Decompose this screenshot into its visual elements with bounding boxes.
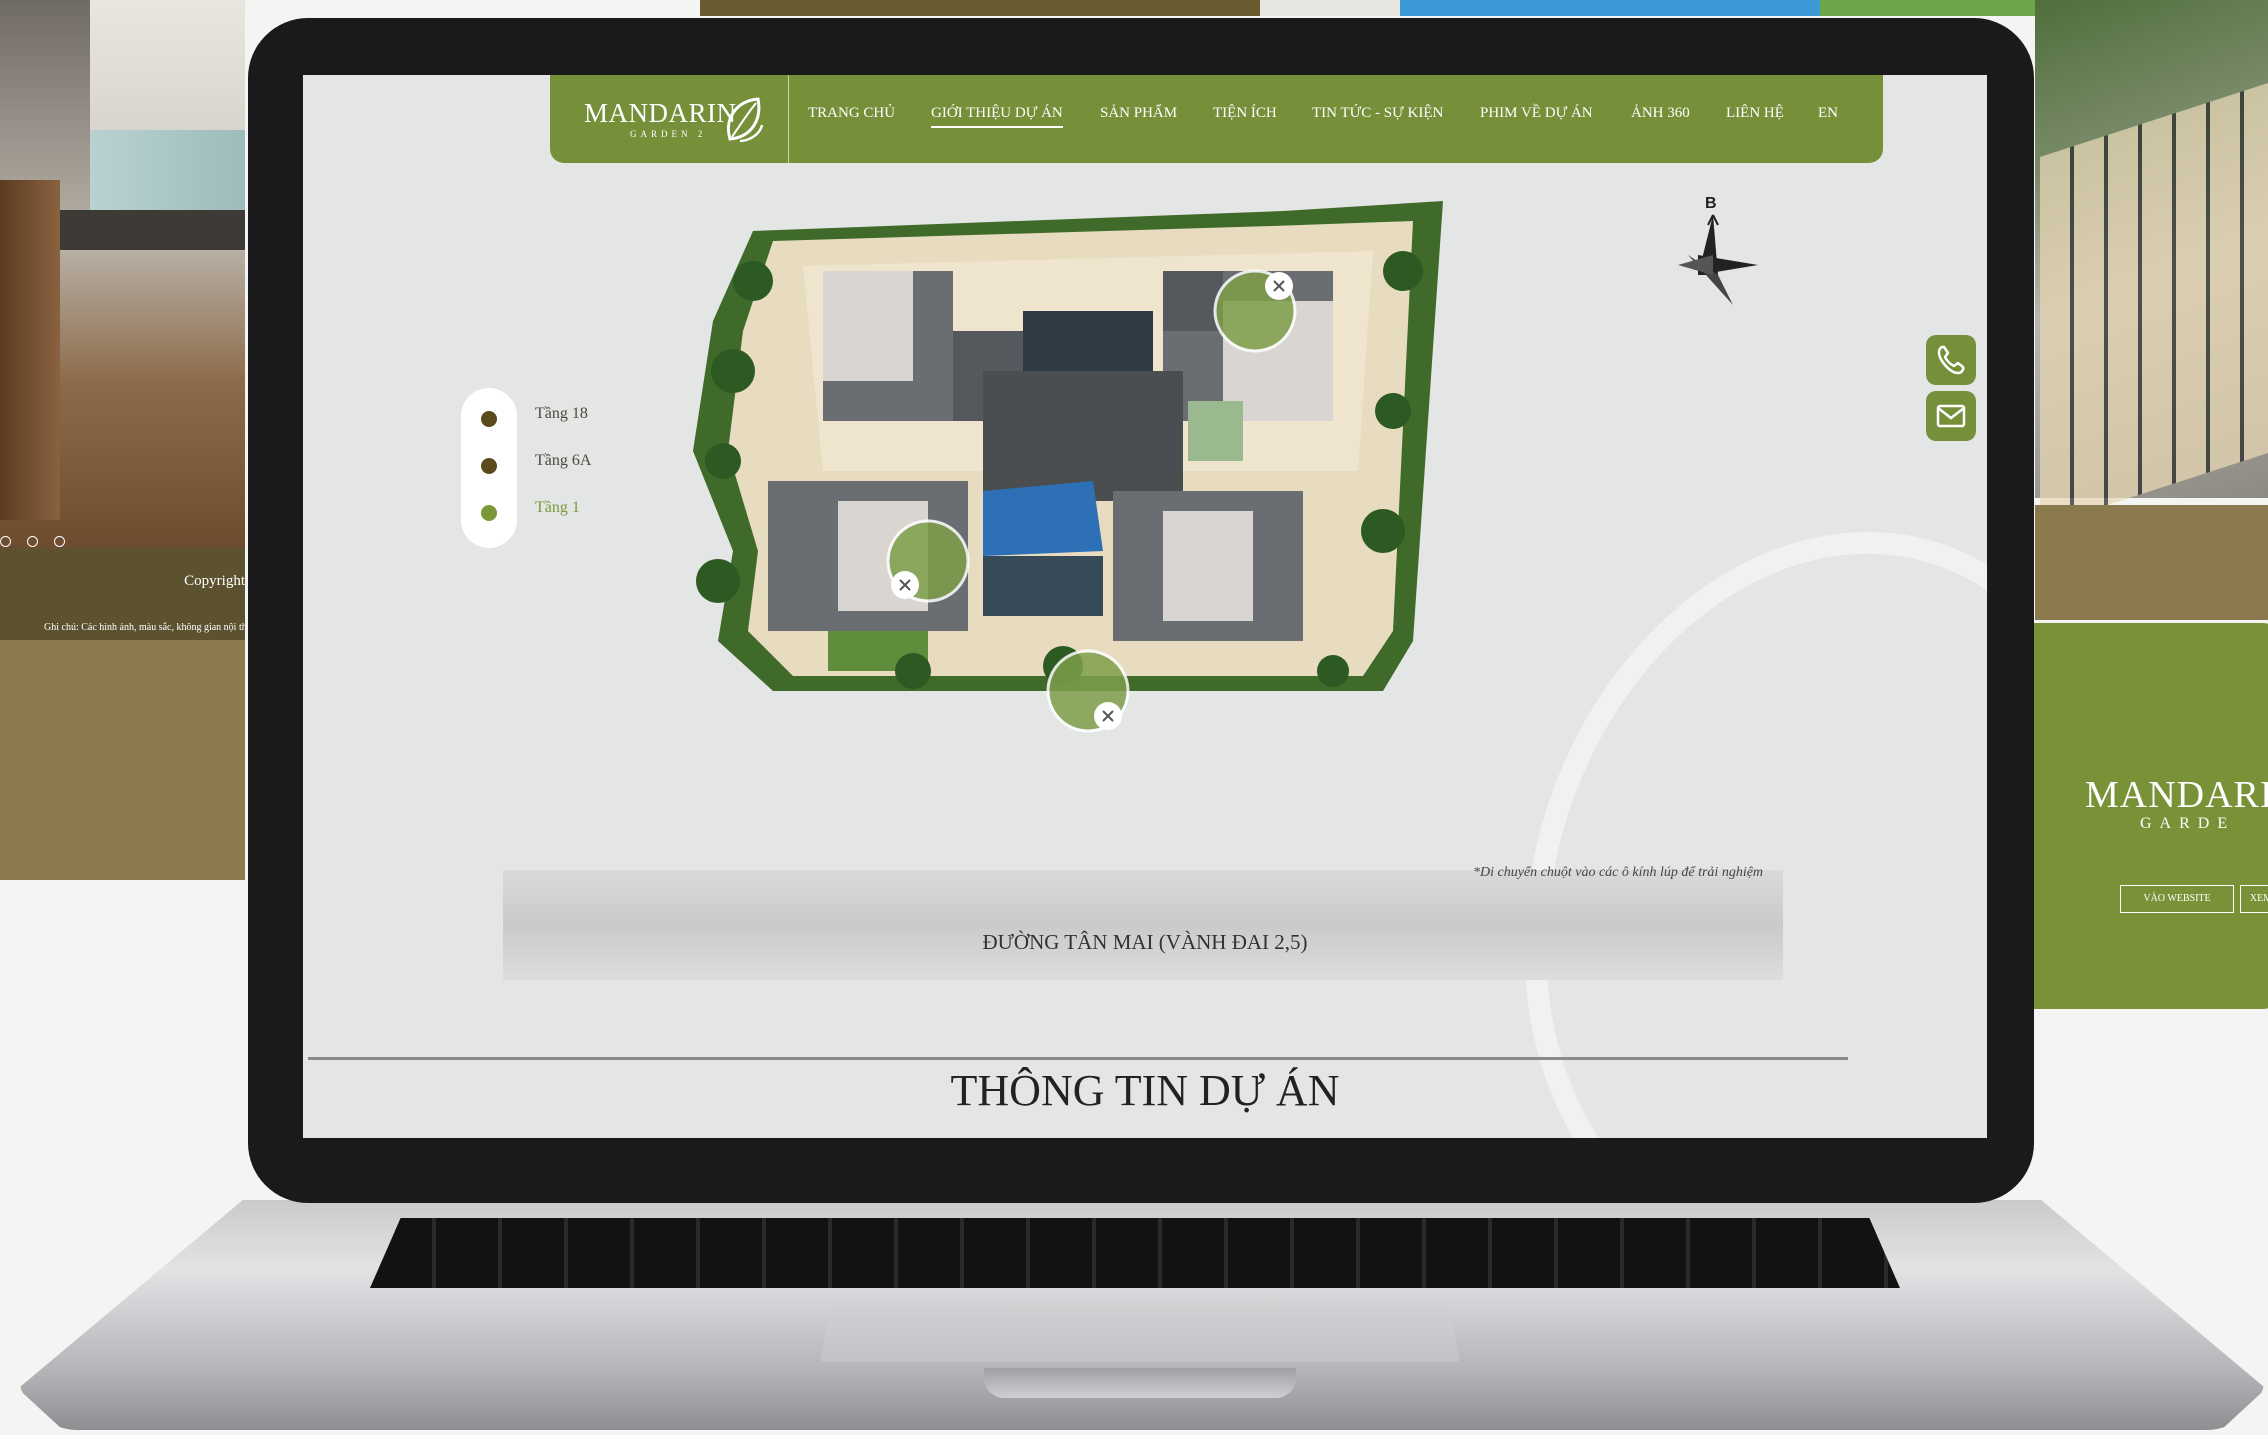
nav-home[interactable]: TRANG CHỦ	[808, 105, 895, 122]
kitchen-counter	[60, 210, 245, 250]
slider-dots[interactable]	[0, 534, 90, 548]
road	[503, 870, 1783, 980]
floor-dot-1[interactable]	[481, 505, 497, 521]
site-plan-map[interactable]	[623, 171, 1523, 736]
floor-dot-18[interactable]	[481, 411, 497, 427]
mail-icon	[1936, 404, 1966, 428]
section-title: THÔNG TIN DỰ ÁN	[950, 1066, 1340, 1115]
email-button[interactable]	[1926, 391, 1976, 441]
magnifier-lens-top[interactable]	[1213, 269, 1297, 353]
enter-website-button[interactable]: VÀO WEBSITE	[2120, 885, 2234, 913]
nav-amenities[interactable]: TIỆN ÍCH	[1213, 105, 1277, 122]
nav-contact[interactable]: LIÊN HỆ	[1726, 105, 1784, 122]
card-logo-sub: GARDE	[2140, 815, 2236, 832]
kitchen-door	[0, 180, 60, 520]
floor-label-18[interactable]: Tầng 18	[535, 405, 588, 423]
logo-text: MANDARIN	[584, 98, 737, 128]
logo-subtext: GARDEN 2	[630, 129, 707, 139]
nav-news-events[interactable]: TIN TỨC - SỰ KIỆN	[1312, 105, 1443, 122]
section-divider	[308, 1057, 1848, 1060]
disclaimer-text: Ghi chú: Các hình ảnh, màu sắc, không gi…	[44, 622, 245, 633]
leaf-logo-icon	[727, 97, 764, 143]
nav-language-en[interactable]: EN	[1818, 105, 1838, 122]
logo[interactable]: MANDARIN GARDEN 2	[550, 75, 789, 163]
nav-about-project[interactable]: GIỚI THIỆU DỰ ÁN	[931, 105, 1063, 128]
magnifier-lens-bottom[interactable]	[1046, 649, 1130, 733]
phone-button[interactable]	[1926, 335, 1976, 385]
nav-project-videos[interactable]: PHIM VỀ DỰ ÁN	[1480, 105, 1593, 122]
laptop-screen: MANDARIN GARDEN 2 TRANG CHỦ GIỚI THIỆU D…	[303, 75, 1987, 1138]
card-logo: MANDARI	[2085, 774, 2268, 816]
hint-text: *Di chuyển chuột vào các ô kính lúp để t…	[1473, 865, 1764, 880]
view-button[interactable]: XEM	[2240, 885, 2268, 913]
top-photo-strip	[700, 0, 2100, 16]
laptop-trackpad	[820, 1300, 1460, 1362]
top-navbar: MANDARIN GARDEN 2 TRANG CHỦ GIỚI THIỆU D…	[550, 75, 1883, 163]
road-label: ĐƯỜNG TÂN MAI (VÀNH ĐAI 2,5)	[982, 930, 1308, 954]
laptop-notch	[984, 1368, 1296, 1398]
floor-label-1[interactable]: Tầng 1	[535, 499, 580, 517]
building-facade	[2040, 82, 2268, 528]
floor-dot-6a[interactable]	[481, 458, 497, 474]
nav-360-photos[interactable]: ẢNH 360	[1631, 105, 1690, 122]
olive-panel	[2035, 505, 2268, 620]
floor-selector	[461, 388, 517, 548]
phone-icon	[1937, 345, 1965, 375]
magnifier-lens-left[interactable]	[886, 519, 970, 603]
laptop-keyboard	[370, 1218, 1900, 1288]
floor-label-6a[interactable]: Tầng 6A	[535, 452, 591, 470]
kitchen-backsplash	[90, 130, 245, 210]
copyright-text: Copyright	[184, 573, 245, 589]
compass-north-label: B	[1705, 195, 1717, 212]
compass-icon	[1678, 214, 1758, 305]
nav-products[interactable]: SẢN PHẨM	[1100, 105, 1177, 122]
